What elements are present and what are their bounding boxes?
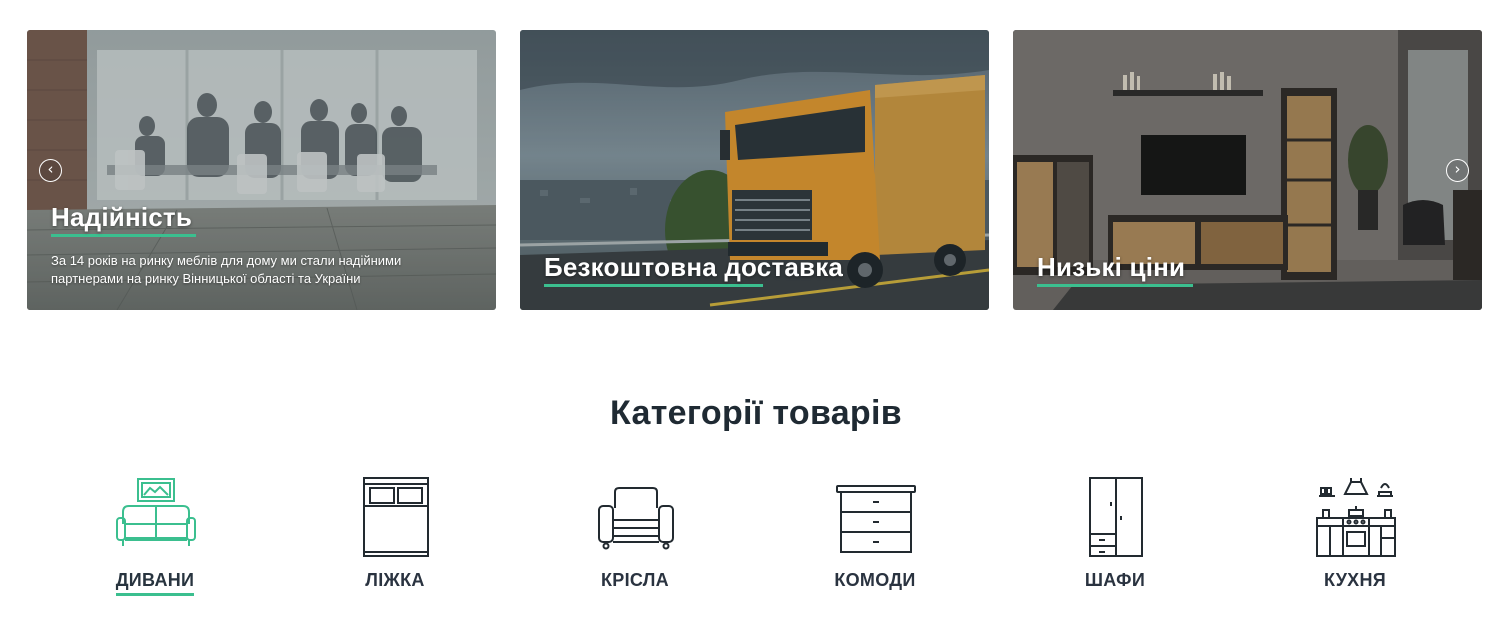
category-label: ЛІЖКА [365,570,425,590]
slide-text: За 14 років на ринку меблів для дому ми … [51,253,402,286]
title-underline [544,284,763,287]
bed-icon [363,477,429,557]
kitchen-icon [1316,478,1396,557]
category-label: ШАФИ [1084,570,1146,590]
sofa-icon [116,478,196,546]
category-label: КРІСЛА [601,570,669,590]
slide-title: Надійність [51,202,193,232]
category-label: КУХНЯ [1323,570,1387,590]
armchair-icon [598,487,674,550]
category-kitchen[interactable]: КУХНЯ [1235,474,1475,604]
slide-reliability[interactable]: Надійність За 14 років на ринку меблів д… [27,30,496,310]
slide-caption: Низькі ціни [1037,252,1462,287]
title-underline [51,234,196,237]
category-beds[interactable]: ЛІЖКА [275,474,515,604]
category-wardrobes[interactable]: ШАФИ [995,474,1235,604]
slide-low-prices[interactable]: Низькі ціни [1013,30,1482,310]
category-sofas[interactable]: ДИВАНИ [35,474,275,604]
category-list: ДИВАНИ ЛІЖКА КРІСЛА КОМОДИ ШАФИ КУХНЯ [35,474,1475,604]
title-underline [1037,284,1193,287]
slide-free-delivery[interactable]: Безкоштовна доставка [520,30,989,310]
category-label: ДИВАНИ [115,570,195,596]
slider-next-button[interactable]: › [1446,159,1469,182]
chevron-left-icon: ‹ [47,160,54,178]
slide-caption: Безкоштовна доставка [544,252,969,287]
slide-caption: Надійність За 14 років на ринку меблів д… [51,202,476,288]
category-armchairs[interactable]: КРІСЛА [515,474,755,604]
category-label: КОМОДИ [834,570,916,590]
slide-title: Низькі ціни [1037,252,1186,282]
slide-title: Безкоштовна доставка [544,252,844,282]
dresser-icon [836,485,916,553]
categories-title: Категорії товарів [610,394,902,432]
categories-heading: Категорії товарів [0,392,1512,434]
slider-prev-button[interactable]: ‹ [39,159,62,182]
promo-slider: Надійність За 14 років на ринку меблів д… [27,30,1482,310]
chevron-right-icon: › [1454,160,1461,178]
category-dressers[interactable]: КОМОДИ [755,474,995,604]
wardrobe-icon [1089,477,1143,557]
